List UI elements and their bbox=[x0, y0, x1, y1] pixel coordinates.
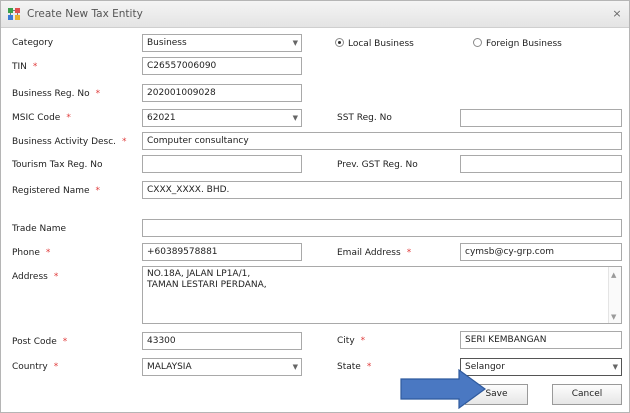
email-input[interactable]: cymsb@cy-grp.com bbox=[460, 243, 622, 261]
chevron-down-icon: ▼ bbox=[292, 39, 298, 47]
tin-label: TIN * bbox=[12, 62, 38, 72]
address-label: Address * bbox=[12, 272, 59, 282]
required-marker: * bbox=[32, 62, 38, 72]
city-label: City * bbox=[337, 336, 366, 346]
local-business-label: Local Business bbox=[348, 39, 414, 49]
chevron-down-icon: ▼ bbox=[612, 363, 618, 371]
required-marker: * bbox=[62, 337, 68, 347]
city-input[interactable]: SERI KEMBANGAN bbox=[460, 331, 622, 349]
business-activity-label: Business Activity Desc. * bbox=[12, 137, 127, 147]
create-tax-entity-window: Create New Tax Entity × Category Busines… bbox=[0, 0, 630, 413]
required-marker: * bbox=[95, 186, 101, 196]
country-value: MALAYSIA bbox=[147, 362, 192, 372]
post-code-input[interactable]: 43300 bbox=[142, 332, 302, 350]
sst-reg-no-label: SST Reg. No bbox=[337, 113, 392, 123]
msic-code-value: 62021 bbox=[147, 113, 176, 123]
local-business-radio[interactable]: Local Business bbox=[335, 37, 414, 51]
business-reg-no-input[interactable]: 202001009028 bbox=[142, 84, 302, 102]
business-activity-input[interactable]: Computer consultancy bbox=[142, 132, 622, 150]
chevron-down-icon: ▼ bbox=[292, 114, 298, 122]
country-select[interactable]: MALAYSIA ▼ bbox=[142, 358, 302, 376]
cancel-button[interactable]: Cancel bbox=[552, 384, 622, 405]
foreign-business-radio[interactable]: Foreign Business bbox=[473, 37, 562, 51]
trade-name-label: Trade Name bbox=[12, 224, 67, 234]
required-marker: * bbox=[360, 336, 366, 346]
post-code-label: Post Code * bbox=[12, 337, 68, 347]
close-icon[interactable]: × bbox=[610, 7, 624, 21]
registered-name-input[interactable]: CXXX_XXXX. BHD. bbox=[142, 181, 622, 199]
required-marker: * bbox=[45, 248, 51, 258]
category-value: Business bbox=[147, 38, 187, 48]
required-marker: * bbox=[406, 248, 412, 258]
phone-input[interactable]: +60389578881 bbox=[142, 243, 302, 261]
chevron-down-icon: ▼ bbox=[292, 363, 298, 371]
radio-unselected-icon bbox=[473, 38, 482, 47]
category-select[interactable]: Business ▼ bbox=[142, 34, 302, 52]
tourism-tax-reg-no-input[interactable] bbox=[142, 155, 302, 173]
state-label: State * bbox=[337, 362, 372, 372]
tourism-tax-reg-no-label: Tourism Tax Reg. No bbox=[12, 160, 103, 170]
address-line-2: TAMAN LESTARI PERDANA, bbox=[147, 280, 267, 290]
required-marker: * bbox=[122, 137, 127, 147]
business-reg-no-label: Business Reg. No * bbox=[12, 89, 101, 99]
title-bar: Create New Tax Entity × bbox=[1, 1, 629, 28]
prev-gst-reg-no-label: Prev. GST Reg. No bbox=[337, 160, 418, 170]
registered-name-label: Registered Name * bbox=[12, 186, 101, 196]
msic-code-select[interactable]: 62021 ▼ bbox=[142, 109, 302, 127]
radio-selected-icon bbox=[335, 38, 344, 47]
address-line-1: NO.18A, JALAN LP1A/1, bbox=[147, 269, 251, 279]
required-marker: * bbox=[66, 113, 71, 123]
scroll-down-icon[interactable]: ▼ bbox=[611, 312, 616, 323]
arrow-pointer-icon bbox=[400, 369, 487, 409]
address-textarea[interactable]: NO.18A, JALAN LP1A/1, TAMAN LESTARI PERD… bbox=[142, 266, 622, 324]
required-marker: * bbox=[53, 362, 59, 372]
required-marker: * bbox=[95, 89, 101, 99]
scroll-up-icon[interactable]: ▲ bbox=[611, 270, 616, 281]
sst-reg-no-input[interactable] bbox=[460, 109, 622, 127]
phone-label: Phone * bbox=[12, 248, 51, 258]
foreign-business-label: Foreign Business bbox=[486, 39, 562, 49]
required-marker: * bbox=[366, 362, 372, 372]
address-scrollbar[interactable]: ▲ ▼ bbox=[608, 267, 621, 323]
tree-app-icon bbox=[8, 8, 20, 20]
category-label: Category bbox=[12, 38, 54, 48]
email-label: Email Address * bbox=[337, 248, 412, 258]
msic-code-label: MSIC Code * bbox=[12, 113, 71, 123]
prev-gst-reg-no-input[interactable] bbox=[460, 155, 622, 173]
trade-name-input[interactable] bbox=[142, 219, 622, 237]
tin-input[interactable]: C26557006090 bbox=[142, 57, 302, 75]
window-title: Create New Tax Entity bbox=[27, 8, 143, 20]
required-marker: * bbox=[53, 272, 59, 282]
country-label: Country * bbox=[12, 362, 59, 372]
